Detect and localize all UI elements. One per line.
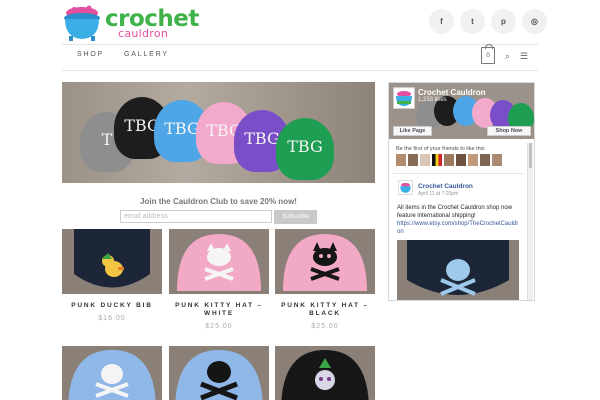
product-card[interactable]: PUNK DUCKY BIB $16.00 [62,229,162,322]
zombie-hat-image-icon [275,346,375,400]
product-card[interactable] [62,346,162,400]
pinterest-icon[interactable]: p [491,9,516,34]
post-text: All items in the Crochet Cauldron shop n… [397,205,513,219]
cauldron-avatar-icon [400,182,411,193]
email-field[interactable]: email address [120,210,272,223]
hat-green: TBG [276,118,334,180]
skull-black-hat-image-icon [169,346,269,400]
cauldron-avatar-icon [396,91,412,106]
facebook-friends-text: Be the first of your friends to like thi… [396,146,485,152]
friend-avatar[interactable] [456,154,466,166]
product-image[interactable] [169,229,269,294]
facebook-icon[interactable]: f [429,9,454,34]
cauldron-logo-icon [64,5,100,41]
cart-count: 0 [486,52,490,59]
product-name[interactable]: PUNK KITTY HAT – WHITE [169,302,269,318]
cart-icon[interactable]: 0 [481,44,495,64]
product-price: $16.00 [98,315,126,322]
main-nav: SHOP GALLERY [77,51,169,58]
facebook-avatar[interactable] [393,87,415,109]
product-card[interactable]: PUNK KITTY HAT – WHITE $25.00 [169,229,269,330]
product-card[interactable]: PUNK KITTY HAT – BLACK $25.00 [275,229,375,330]
facebook-divider [393,173,524,174]
post-link[interactable]: https://www.etsy.com/shop/TheCrochetCaul… [397,220,521,236]
facebook-likes-count: 1,233 likes [418,97,447,103]
product-card[interactable] [169,346,269,400]
scrollbar-thumb[interactable] [529,143,532,168]
white-kitty-hat-image-icon [169,229,269,294]
club-heading: Join the Cauldron Club to save 20% now! [140,197,297,206]
post-date[interactable]: April 11 at 7:20pm [418,191,458,197]
header-divider [62,44,538,45]
friend-avatar[interactable] [432,154,442,166]
post-image[interactable] [397,240,519,300]
social-links: f t p ◎ [429,9,547,34]
product-image[interactable] [62,346,162,400]
product-name[interactable]: PUNK DUCKY BIB [62,302,162,310]
product-image[interactable] [62,229,162,294]
product-card[interactable] [275,346,375,400]
hero-banner-image: T TBG TBG TBG TBG TBG [62,82,375,183]
friend-avatar[interactable] [420,154,430,166]
facebook-page-name[interactable]: Crochet Cauldron [418,88,486,97]
search-icon[interactable]: ⌕ [505,51,510,62]
friend-avatar[interactable] [480,154,490,166]
facebook-scrollbar[interactable] [527,143,533,300]
site-logo[interactable]: crochet cauldron [62,4,199,42]
skull-bib-image-icon [397,240,519,300]
friend-avatar[interactable] [468,154,478,166]
skull-blue-hat-image-icon [62,346,162,400]
friend-avatar[interactable] [492,154,502,166]
post-avatar[interactable] [398,180,413,195]
nav-divider [62,70,538,71]
logo-word-cauldron: cauldron [118,27,169,40]
product-image[interactable] [275,346,375,400]
product-price: $25.00 [205,323,233,330]
product-price: $25.00 [311,323,339,330]
duck-bib-image-icon [62,229,162,294]
friend-avatar[interactable] [444,154,454,166]
nav-item-gallery[interactable]: GALLERY [124,51,169,58]
post-author[interactable]: Crochet Cauldron [418,183,473,190]
instagram-icon[interactable]: ◎ [522,9,547,34]
product-image[interactable] [169,346,269,400]
nav-item-shop[interactable]: SHOP [77,51,104,58]
like-page-button[interactable]: Like Page [393,126,432,136]
shop-now-button[interactable]: Shop Now [487,126,531,136]
twitter-icon[interactable]: t [460,9,485,34]
product-name[interactable]: PUNK KITTY HAT – BLACK [275,302,375,318]
subscribe-button[interactable]: Subscribe [274,210,317,224]
black-kitty-hat-image-icon [275,229,375,294]
friend-avatar[interactable] [408,154,418,166]
product-image[interactable] [275,229,375,294]
facebook-page-widget: Crochet Cauldron 1,233 likes Like Page S… [388,82,535,301]
facebook-cover-photo[interactable]: Crochet Cauldron 1,233 likes Like Page S… [389,83,534,139]
facebook-friend-faces [396,154,502,166]
friend-avatar[interactable] [396,154,406,166]
menu-icon[interactable]: ☰ [520,51,528,62]
